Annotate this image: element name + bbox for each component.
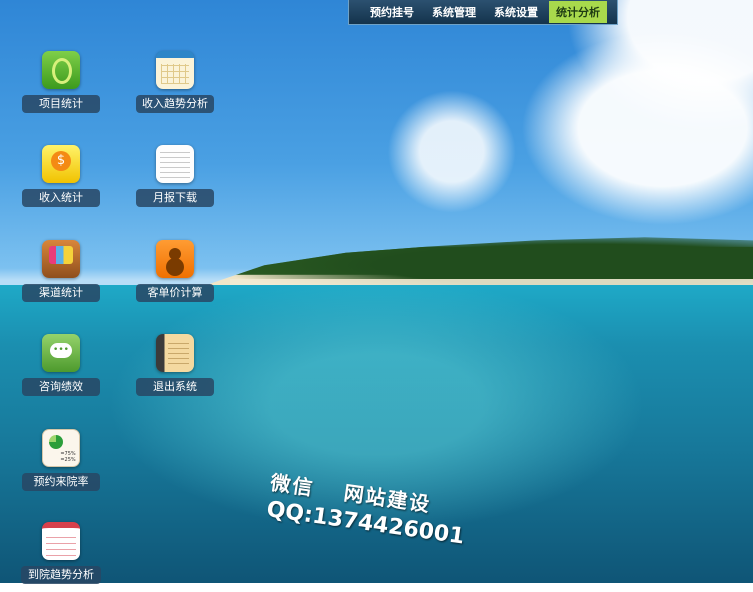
red-calendar-icon	[42, 522, 80, 560]
watermark-wechat: 微信	[268, 470, 316, 501]
desktop-icon-label: 咨询绩效	[22, 378, 100, 396]
chat-icon	[42, 334, 80, 372]
desktop-icon-income-trend-analysis[interactable]: 收入趋势分析	[135, 51, 215, 121]
desktop-icon-label: 到院趋势分析	[21, 566, 101, 584]
green-ring-icon	[42, 51, 80, 89]
menu-item-appointment[interactable]: 预约挂号	[363, 1, 421, 23]
menu-item-system-management[interactable]: 系统管理	[425, 1, 483, 23]
calendar-icon	[156, 51, 194, 89]
menu-item-statistics[interactable]: 统计分析	[549, 1, 607, 23]
contact-icon	[156, 240, 194, 278]
desktop-icon-visit-trend-analysis[interactable]: 到院趋势分析	[21, 522, 101, 592]
desktop-icon-label: 项目统计	[22, 95, 100, 113]
shopping-bag-icon	[42, 240, 80, 278]
desktop-icon-label: 收入统计	[22, 189, 100, 207]
desktop-icon-label: 预约来院率	[22, 473, 100, 491]
book-icon	[156, 334, 194, 372]
desktop-icon-income-stats[interactable]: 收入统计	[21, 145, 101, 215]
coins-icon	[42, 145, 80, 183]
desktop-icon-monthly-report-download[interactable]: 月报下载	[135, 145, 215, 215]
sea-scenery	[0, 285, 753, 583]
desktop-icon-exit-system[interactable]: 退出系统	[135, 334, 215, 404]
top-menu-bar: 预约挂号 系统管理 系统设置 统计分析	[348, 0, 618, 25]
notepad-icon	[156, 145, 194, 183]
desktop-icon-label: 客单价计算	[136, 284, 214, 302]
desktop-icon-channel-stats[interactable]: 渠道统计	[21, 240, 101, 310]
menu-item-system-settings[interactable]: 系统设置	[487, 1, 545, 23]
desktop-icon-appointment-visit-rate[interactable]: 预约来院率	[21, 429, 101, 499]
desktop-icon-label: 收入趋势分析	[136, 95, 214, 113]
desktop-icon-consult-performance[interactable]: 咨询绩效	[21, 334, 101, 404]
desktop-icon-per-customer-calc[interactable]: 客单价计算	[135, 240, 215, 310]
desktop-icon-project-stats[interactable]: 项目统计	[21, 51, 101, 121]
desktop-icon-label: 渠道统计	[22, 284, 100, 302]
desktop-icon-label: 月报下载	[136, 189, 214, 207]
pie-chart-icon	[42, 429, 80, 467]
desktop-icon-label: 退出系统	[136, 378, 214, 396]
